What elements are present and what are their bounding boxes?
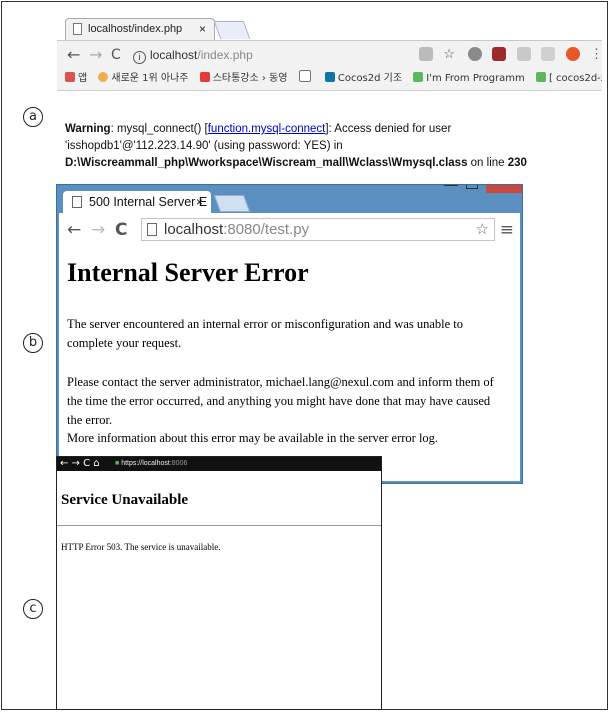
bookmark-2[interactable]: 스타통강소 › 동영 bbox=[199, 68, 288, 90]
document-icon bbox=[73, 23, 82, 35]
browser-toolbar: ← → C localhost:8080/test.py ☆ ≡ bbox=[59, 213, 520, 247]
url-main: https://localhost bbox=[121, 460, 170, 467]
linkedin-icon bbox=[324, 72, 335, 82]
bookmark-green-icon bbox=[535, 72, 546, 82]
bookmark-apps[interactable]: 앱 bbox=[65, 68, 87, 90]
circle-icon bbox=[98, 72, 109, 82]
bookmark-label: I'm From Programm bbox=[426, 73, 525, 84]
tab-localhost-index[interactable]: localhost/index.php × bbox=[65, 18, 215, 40]
address-bar[interactable]: i localhost/index.php bbox=[133, 45, 453, 65]
recycle-icon[interactable] bbox=[467, 47, 482, 61]
reload-icon[interactable]: C bbox=[115, 213, 127, 247]
error-paragraph-2: Please contact the server administrator,… bbox=[67, 375, 494, 427]
error-message: HTTP Error 503. The service is unavailab… bbox=[61, 542, 221, 552]
error-paragraph-1: The server encountered an internal error… bbox=[67, 317, 464, 350]
star-icon[interactable]: ☆ bbox=[476, 219, 489, 240]
panel-label-a: a bbox=[23, 107, 43, 127]
bookmark-label: 새로운 1위 아나주 bbox=[111, 73, 189, 84]
error-paragraph-3: More information about this error may be… bbox=[67, 431, 439, 445]
warning-line: 230 bbox=[507, 157, 527, 169]
php-warning: Warning: mysql_connect() [function.mysql… bbox=[65, 121, 595, 172]
tab-title: 500 Internal Server E bbox=[89, 195, 208, 209]
close-window-button[interactable] bbox=[486, 185, 522, 193]
tab-close-icon[interactable]: × bbox=[199, 19, 206, 39]
bookmark-4[interactable]: Cocos2d 기조 bbox=[324, 68, 403, 90]
info-icon[interactable]: i bbox=[133, 51, 146, 64]
bookmark-label: [ cocos2d-x-3.0rc1 ] bbox=[548, 73, 602, 84]
extension-gray2-icon[interactable] bbox=[541, 47, 556, 61]
back-icon[interactable]: ← bbox=[67, 41, 80, 69]
maximize-icon[interactable] bbox=[466, 185, 478, 189]
new-tab-button[interactable] bbox=[213, 21, 251, 39]
mysql-connect-link[interactable]: function.mysql-connect bbox=[208, 123, 326, 135]
extension-red-icon[interactable] bbox=[492, 47, 507, 61]
browser-window-c: ← → C ⌂ ■ https://localhost:8006 Service… bbox=[56, 456, 382, 710]
tab-close-icon[interactable]: × bbox=[196, 191, 203, 213]
new-tab-button[interactable] bbox=[213, 195, 251, 212]
page-heading: Service Unavailable bbox=[61, 492, 189, 508]
panel-label-c: c bbox=[23, 599, 43, 619]
nav-icons[interactable]: ← → C ⌂ bbox=[60, 457, 100, 471]
forward-icon[interactable]: → bbox=[89, 41, 102, 69]
t-icon bbox=[199, 72, 210, 82]
back-icon[interactable]: ← bbox=[67, 213, 81, 247]
bookmark-1[interactable]: 새로운 1위 아나주 bbox=[98, 68, 189, 90]
forward-icon[interactable]: → bbox=[91, 213, 105, 247]
bookmarks-bar: 앱 새로운 1위 아나주 스타통강소 › 동영 Cocos2d 기조 I'm F… bbox=[57, 68, 602, 91]
divider bbox=[57, 525, 381, 526]
page-heading: Internal Server Error bbox=[67, 258, 309, 287]
minimize-icon[interactable] bbox=[444, 185, 458, 186]
browser-toolbar: ← → C i localhost/index.php ☆ ⋮ bbox=[57, 40, 602, 69]
bookmark-5[interactable]: I'm From Programm bbox=[413, 68, 525, 90]
address-path: /index.php bbox=[197, 48, 253, 62]
bookmark-label: 스타통강소 › 동영 bbox=[212, 73, 288, 84]
bookmark-label: Cocos2d 기조 bbox=[337, 73, 403, 84]
bookmark-label: 앱 bbox=[78, 73, 88, 84]
warning-path: D:\Wiscreammall_php\Wworkspace\Wiscream_… bbox=[65, 157, 468, 169]
address-bar[interactable]: localhost:8080/test.py ☆ bbox=[141, 218, 495, 241]
panel-label-b: b bbox=[23, 333, 43, 353]
apps-icon bbox=[65, 72, 75, 82]
document-icon bbox=[298, 70, 311, 82]
bookmark-green-icon bbox=[413, 72, 424, 82]
bookmark-6[interactable]: [ cocos2d-x-3.0rc1 ] bbox=[535, 68, 602, 90]
browser-toolbar: ← → C ⌂ ■ https://localhost:8006 bbox=[57, 457, 381, 474]
browser-window-b: 500 Internal Server E × ← → C localhost:… bbox=[56, 184, 523, 484]
url-rest: :8080/test.py bbox=[223, 221, 310, 238]
warning-text: : mysql_connect() [ bbox=[110, 123, 208, 135]
extension-orange-icon[interactable] bbox=[565, 47, 580, 61]
menu-icon[interactable]: ⋮ bbox=[590, 47, 602, 61]
tab-500-error[interactable]: 500 Internal Server E × bbox=[63, 191, 211, 213]
browser-window-a: localhost/index.php × ← → C i localhost/i… bbox=[57, 16, 602, 212]
tab-strip: localhost/index.php × bbox=[57, 16, 602, 40]
reload-icon[interactable]: C bbox=[111, 41, 121, 69]
tab-title: localhost/index.php bbox=[88, 23, 183, 35]
translate-icon[interactable] bbox=[418, 47, 433, 61]
warning-label: Warning bbox=[65, 123, 111, 135]
bookmark-3[interactable] bbox=[298, 68, 314, 90]
extension-gray-icon[interactable] bbox=[516, 47, 531, 61]
page-content: Internal Server Error The server encount… bbox=[59, 247, 520, 481]
lock-icon: ■ bbox=[115, 460, 120, 467]
menu-icon[interactable]: ≡ bbox=[500, 213, 514, 247]
extension-icons: ☆ ⋮ bbox=[413, 47, 602, 63]
url-port: :8006 bbox=[169, 460, 188, 467]
window-controls bbox=[442, 185, 522, 193]
address-host: localhost bbox=[150, 48, 198, 62]
warning-text: on line bbox=[467, 157, 508, 169]
bookmarks-more[interactable]: » bbox=[588, 90, 594, 91]
url-host: localhost bbox=[164, 221, 224, 238]
toolbar-separator bbox=[57, 471, 381, 474]
document-icon bbox=[147, 223, 157, 236]
address-bar[interactable]: ■ https://localhost:8006 bbox=[115, 457, 187, 471]
star-icon[interactable]: ☆ bbox=[443, 47, 457, 61]
document-icon bbox=[72, 196, 82, 208]
